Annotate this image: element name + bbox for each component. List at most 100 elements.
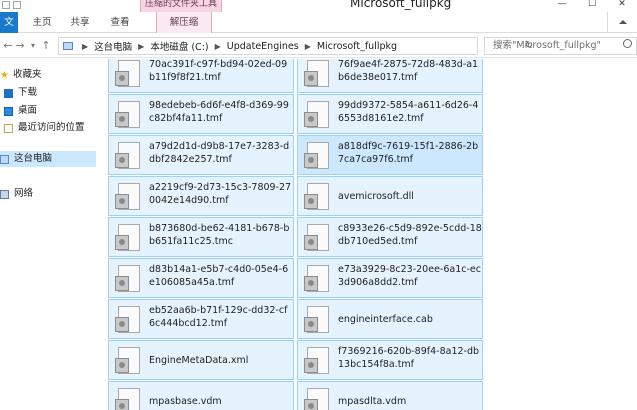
breadcrumb-current-folder[interactable]: Microsoft_fullpkg (317, 41, 397, 52)
search-input[interactable]: 搜索"Microsoft_fullpkg" (484, 37, 637, 55)
file-item[interactable]: a79d2d1d-d9b8-17e7-3283-ddbf2842e257.tmf (108, 135, 294, 175)
up-button[interactable]: ↑ (40, 39, 52, 53)
sidebar-item-recent-places[interactable]: 最近访问的位置 (4, 120, 85, 136)
desktop-icon (4, 106, 13, 116)
file-name: 98edebeb-6d6f-e4f8-d369-99c82bf4fa11.tmf (149, 100, 289, 124)
sidebar-item-this-pc[interactable]: 这台电脑 (0, 151, 96, 167)
file-name: mpasdlta.vdm (338, 396, 407, 407)
navigation-bar: ← → ▾ ↑ ▶ 这台电脑 ▶ 本地磁盘 (C:) ▶ UpdateEngin… (0, 34, 637, 58)
system-file-icon (303, 223, 331, 253)
quick-access-toolbar[interactable] (2, 0, 21, 9)
file-item[interactable]: eb52aa6b-b71f-129c-dd32-cf6c444bcd12.tmf (108, 299, 294, 339)
file-name: e73a3929-8c23-20ee-6a1c-ec3d906a8dd2.tmf (338, 264, 481, 288)
ribbon-tabs: 文件 主页 共享 查看 解压缩 (0, 12, 637, 49)
computer-icon (0, 154, 9, 164)
close-button[interactable]: ✕ (607, 0, 637, 12)
chevron-up-icon (618, 20, 627, 24)
file-item[interactable]: c8933e26-c5d9-892e-5cdd-18db710ed5ed.tmf (297, 217, 483, 257)
title-bar: 压缩的文件夹工具 Microsoft_fullpkg — ☐ ✕ (0, 0, 637, 12)
file-name: a818df9c-7619-15f1-2886-2b7ca7ca97f6.tmf (338, 141, 479, 165)
file-item[interactable]: avemicrosoft.dll (297, 176, 483, 216)
file-item[interactable]: 70ac391f-c97f-bd94-02ed-09b11f9f8f21.tmf (108, 59, 294, 93)
file-item[interactable]: a2219cf9-2d73-15c3-7809-270042e14d90.tmf (108, 176, 294, 216)
file-item[interactable]: EngineMetaData.xml (108, 340, 294, 380)
system-file-icon (114, 387, 142, 410)
file-item[interactable]: 99dd9372-5854-a611-6d26-46553d8161e2.tmf (297, 94, 483, 134)
tab-file[interactable]: 文件 (0, 12, 18, 49)
file-item[interactable]: 76f9ae4f-2875-72d8-483d-a1b6de38e017.tmf (297, 59, 483, 93)
properties-icon[interactable] (2, 1, 10, 9)
system-file-icon (114, 305, 142, 335)
sidebar-item-desktop[interactable]: 桌面 (4, 103, 37, 119)
file-item[interactable]: f7369216-620b-89f4-8a12-db13bc154f8a.tmf (297, 340, 483, 380)
file-name: 76f9ae4f-2875-72d8-483d-a1b6de38e017.tmf (338, 59, 479, 83)
navigation-pane: ★ 收藏夹 下载 桌面 最近访问的位置 这台电脑 网络 (0, 59, 100, 410)
system-file-icon (114, 264, 142, 294)
tab-extract[interactable]: 解压缩 (156, 12, 212, 33)
system-file-icon (114, 141, 142, 171)
window-title: Microsoft_fullpkg (350, 0, 452, 10)
file-name: EngineMetaData.xml (149, 355, 249, 366)
file-item[interactable]: mpasbase.vdm (108, 381, 294, 410)
system-file-icon (303, 387, 331, 410)
chevron-right-icon: ▶ (214, 41, 221, 51)
window-controls: — ☐ ✕ (547, 0, 637, 12)
file-name: 70ac391f-c97f-bd94-02ed-09b11f9f8f21.tmf (149, 59, 288, 83)
sidebar-item-favorites[interactable]: ★ 收藏夹 (0, 67, 41, 83)
new-folder-icon[interactable] (13, 1, 21, 9)
breadcrumb-local-disk[interactable]: 本地磁盘 (C:) (150, 39, 208, 53)
file-name: b873680d-be62-4181-b678-bb651fa11c25.tmc (149, 223, 290, 247)
file-item[interactable]: e73a3929-8c23-20ee-6a1c-ec3d906a8dd2.tmf (297, 258, 483, 298)
tab-share[interactable]: 共享 (66, 12, 94, 33)
file-name: eb52aa6b-b71f-129c-dd32-cf6c444bcd12.tmf (149, 305, 288, 329)
file-name: d83b14a1-e5b7-c4d0-05e4-6e106085a45a.tmf (149, 264, 289, 288)
file-item[interactable]: d83b14a1-e5b7-c4d0-05e4-6e106085a45a.tmf (108, 258, 294, 298)
star-icon: ★ (0, 69, 9, 81)
system-file-icon (114, 59, 142, 89)
file-item[interactable]: b873680d-be62-4181-b678-bb651fa11c25.tmc (108, 217, 294, 257)
network-icon (0, 189, 9, 199)
sidebar-item-downloads[interactable]: 下载 (4, 85, 37, 101)
sidebar-item-network[interactable]: 网络 (0, 186, 33, 202)
file-name: engineinterface.cab (338, 314, 433, 325)
search-icon (623, 39, 632, 48)
address-bar[interactable]: ▶ 这台电脑 ▶ 本地磁盘 (C:) ▶ UpdateEngines ▶ Mic… (58, 37, 533, 55)
tab-home[interactable]: 主页 (28, 12, 56, 33)
file-name: c8933e26-c5d9-892e-5cdd-18db710ed5ed.tmf (338, 223, 482, 247)
recent-locations-button[interactable]: ▾ (27, 39, 39, 53)
tab-view[interactable]: 查看 (106, 12, 134, 33)
system-file-icon (303, 346, 331, 376)
file-tiles-grid: 70ac391f-c97f-bd94-02ed-09b11f9f8f21.tmf… (108, 59, 483, 410)
breadcrumb-updateengines[interactable]: UpdateEngines (227, 41, 299, 52)
system-file-icon (114, 182, 142, 212)
system-file-icon (114, 100, 142, 130)
expand-ribbon-button[interactable] (607, 12, 637, 33)
system-file-icon (303, 264, 331, 294)
maximize-button[interactable]: ☐ (577, 0, 607, 12)
file-list: 70ac391f-c97f-bd94-02ed-09b11f9f8f21.tmf… (100, 59, 637, 410)
chevron-right-icon: ▶ (82, 41, 89, 51)
file-name: a2219cf9-2d73-15c3-7809-270042e14d90.tmf (149, 182, 292, 206)
system-file-icon (114, 223, 142, 253)
sidebar-item-label: 这台电脑 (14, 153, 53, 164)
file-item[interactable]: 98edebeb-6d6f-e4f8-d369-99c82bf4fa11.tmf (108, 94, 294, 134)
file-item[interactable]: a818df9c-7619-15f1-2886-2b7ca7ca97f6.tmf (297, 135, 483, 175)
download-folder-icon (4, 88, 13, 98)
system-file-icon (303, 305, 331, 335)
file-item[interactable]: mpasdlta.vdm (297, 381, 483, 410)
breadcrumb-this-pc[interactable]: 这台电脑 (94, 39, 132, 53)
back-button[interactable]: ← (2, 39, 14, 53)
file-item[interactable]: engineinterface.cab (297, 299, 483, 339)
minimize-button[interactable]: — (547, 0, 577, 12)
chevron-right-icon: ▶ (138, 41, 145, 51)
system-file-icon (114, 346, 142, 376)
sidebar-item-label: 下载 (18, 87, 38, 98)
context-tab-group-label: 压缩的文件夹工具 (140, 0, 222, 12)
system-file-icon (303, 100, 331, 130)
recent-places-icon (4, 123, 13, 133)
file-name: mpasbase.vdm (149, 396, 222, 407)
system-file-icon (303, 59, 331, 89)
file-name: avemicrosoft.dll (338, 191, 414, 202)
forward-button[interactable]: → (14, 39, 26, 53)
system-file-icon (303, 141, 331, 171)
